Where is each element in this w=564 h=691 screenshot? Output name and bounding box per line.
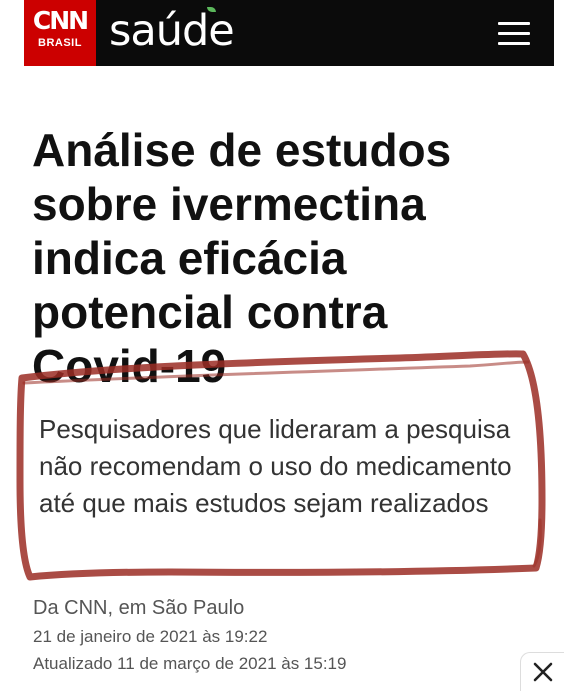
hamburger-menu-icon <box>498 22 530 25</box>
hamburger-menu-icon <box>498 32 530 35</box>
article-headline: Análise de estudos sobre ivermectina ind… <box>32 124 452 392</box>
article-byline: Da CNN, em São Paulo <box>33 597 245 619</box>
cnn-logo-subtitle: BRASIL <box>38 37 82 49</box>
published-date: 21 de janeiro de 2021 às 19:22 <box>33 627 268 646</box>
right-edge <box>554 0 564 66</box>
article-subheadline: Pesquisadores que lideraram a pesquisa n… <box>39 414 512 518</box>
cnn-brasil-logo[interactable]: CNN BRASIL <box>24 0 96 66</box>
updated-date: Atualizado 11 de março de 2021 às 15:19 <box>33 654 347 673</box>
close-button[interactable] <box>520 652 564 691</box>
close-icon <box>533 662 553 682</box>
cnn-logo-mark: CNN <box>32 6 89 35</box>
hamburger-menu-icon <box>498 42 530 45</box>
site-header: CNN BRASIL saúde <box>0 0 564 66</box>
menu-button[interactable] <box>495 17 533 49</box>
left-edge <box>0 0 24 66</box>
section-title[interactable]: saúde <box>109 5 235 57</box>
